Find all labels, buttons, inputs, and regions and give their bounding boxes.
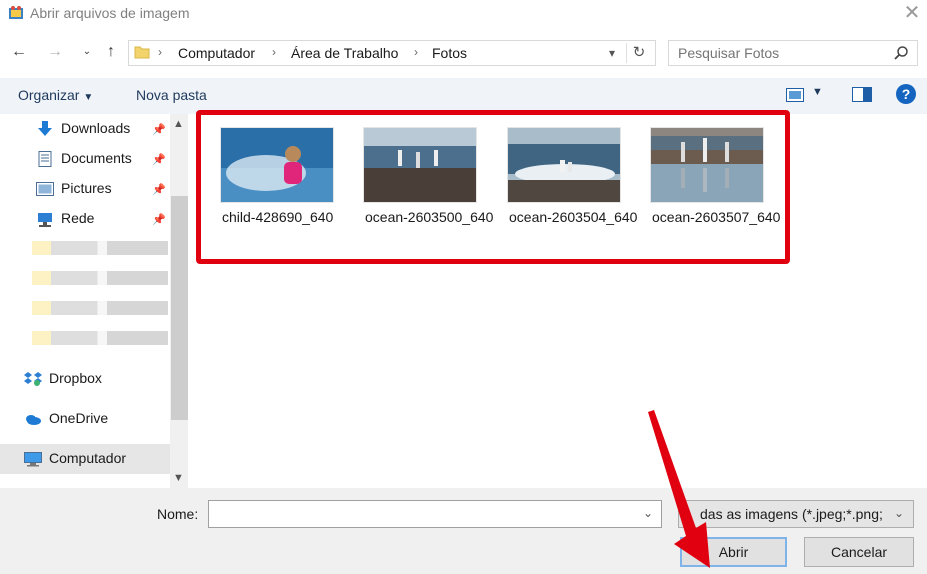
dropbox-icon: [24, 372, 42, 387]
organize-label: Organizar: [18, 87, 80, 103]
folder-icon: [134, 46, 150, 59]
change-view-icon[interactable]: [786, 88, 804, 102]
nav-item-dropbox[interactable]: Dropbox: [24, 370, 102, 392]
breadcrumb-area-de-trabalho[interactable]: Área de Trabalho: [291, 45, 398, 61]
nav-label: Downloads: [61, 120, 131, 136]
red-arrow-annotation: [648, 410, 710, 568]
pin-icon: 📌: [152, 154, 166, 166]
redacted-nav-item: [32, 331, 168, 345]
nav-item-pictures[interactable]: Pictures: [36, 180, 112, 202]
breadcrumb-computador[interactable]: Computador: [178, 45, 255, 61]
nav-item-documents[interactable]: Documents: [36, 150, 132, 172]
window-title: Abrir arquivos de imagem: [30, 5, 190, 21]
nav-label: Pictures: [61, 180, 112, 196]
pictures-icon: [36, 182, 54, 197]
scroll-down-icon[interactable]: ▼: [173, 472, 184, 484]
breadcrumb-separator: ›: [414, 45, 418, 59]
forward-button[interactable]: →: [44, 40, 66, 64]
nav-label: OneDrive: [49, 410, 109, 426]
nav-label: Computador: [49, 450, 127, 466]
nav-item-computador[interactable]: Computador: [24, 450, 126, 472]
nav-item-downloads[interactable]: Downloads: [36, 120, 130, 142]
redacted-nav-item: [32, 301, 168, 315]
preview-pane-icon[interactable]: [852, 87, 872, 102]
back-button[interactable]: ←: [8, 40, 30, 64]
pin-icon: 📌: [152, 124, 166, 136]
up-button[interactable]: ↑: [100, 40, 122, 64]
organize-menu[interactable]: Organizar ▼: [18, 87, 93, 103]
scroll-up-icon[interactable]: ▲: [173, 118, 184, 130]
nav-label: Rede: [61, 210, 95, 226]
document-icon: [38, 151, 52, 168]
nav-item-rede[interactable]: Rede: [36, 210, 94, 232]
refresh-button[interactable]: ↻: [626, 43, 651, 63]
breadcrumb-separator: ›: [158, 45, 162, 59]
breadcrumb-fotos[interactable]: Fotos: [432, 45, 467, 61]
nav-label: Documents: [61, 150, 132, 166]
nav-item-onedrive[interactable]: OneDrive: [24, 410, 108, 432]
file-name-label: Nome:: [157, 506, 199, 522]
app-icon: [9, 6, 23, 19]
file-name-input[interactable]: [208, 500, 662, 528]
network-icon: [38, 213, 52, 228]
chevron-down-icon: ▼: [83, 92, 94, 103]
pin-icon: 📌: [152, 184, 166, 196]
chevron-down-icon[interactable]: ⌄: [894, 506, 904, 520]
red-highlight-box: [196, 110, 790, 264]
search-input[interactable]: [678, 45, 878, 61]
recent-locations-dropdown[interactable]: ⌄: [76, 40, 98, 64]
new-folder-button[interactable]: Nova pasta: [136, 87, 207, 103]
scrollbar-thumb[interactable]: [171, 196, 188, 420]
help-icon[interactable]: ?: [896, 84, 916, 104]
redacted-nav-item: [32, 241, 168, 255]
search-icon[interactable]: [893, 45, 909, 61]
download-arrow-icon: [38, 121, 52, 137]
computer-icon: [24, 452, 42, 467]
cancel-button[interactable]: Cancelar: [804, 537, 914, 567]
breadcrumb-separator: ›: [272, 45, 276, 59]
close-button[interactable]: ✕: [898, 2, 926, 26]
file-type-filter-value: das as imagens (*.jpeg;*.png;: [700, 506, 883, 522]
nav-label: Dropbox: [49, 370, 102, 386]
onedrive-icon: [26, 415, 41, 426]
view-options-dropdown[interactable]: ▼: [812, 86, 823, 98]
pin-icon: 📌: [152, 214, 166, 226]
address-dropdown-button[interactable]: ▾: [604, 44, 620, 62]
redacted-nav-item: [32, 271, 168, 285]
